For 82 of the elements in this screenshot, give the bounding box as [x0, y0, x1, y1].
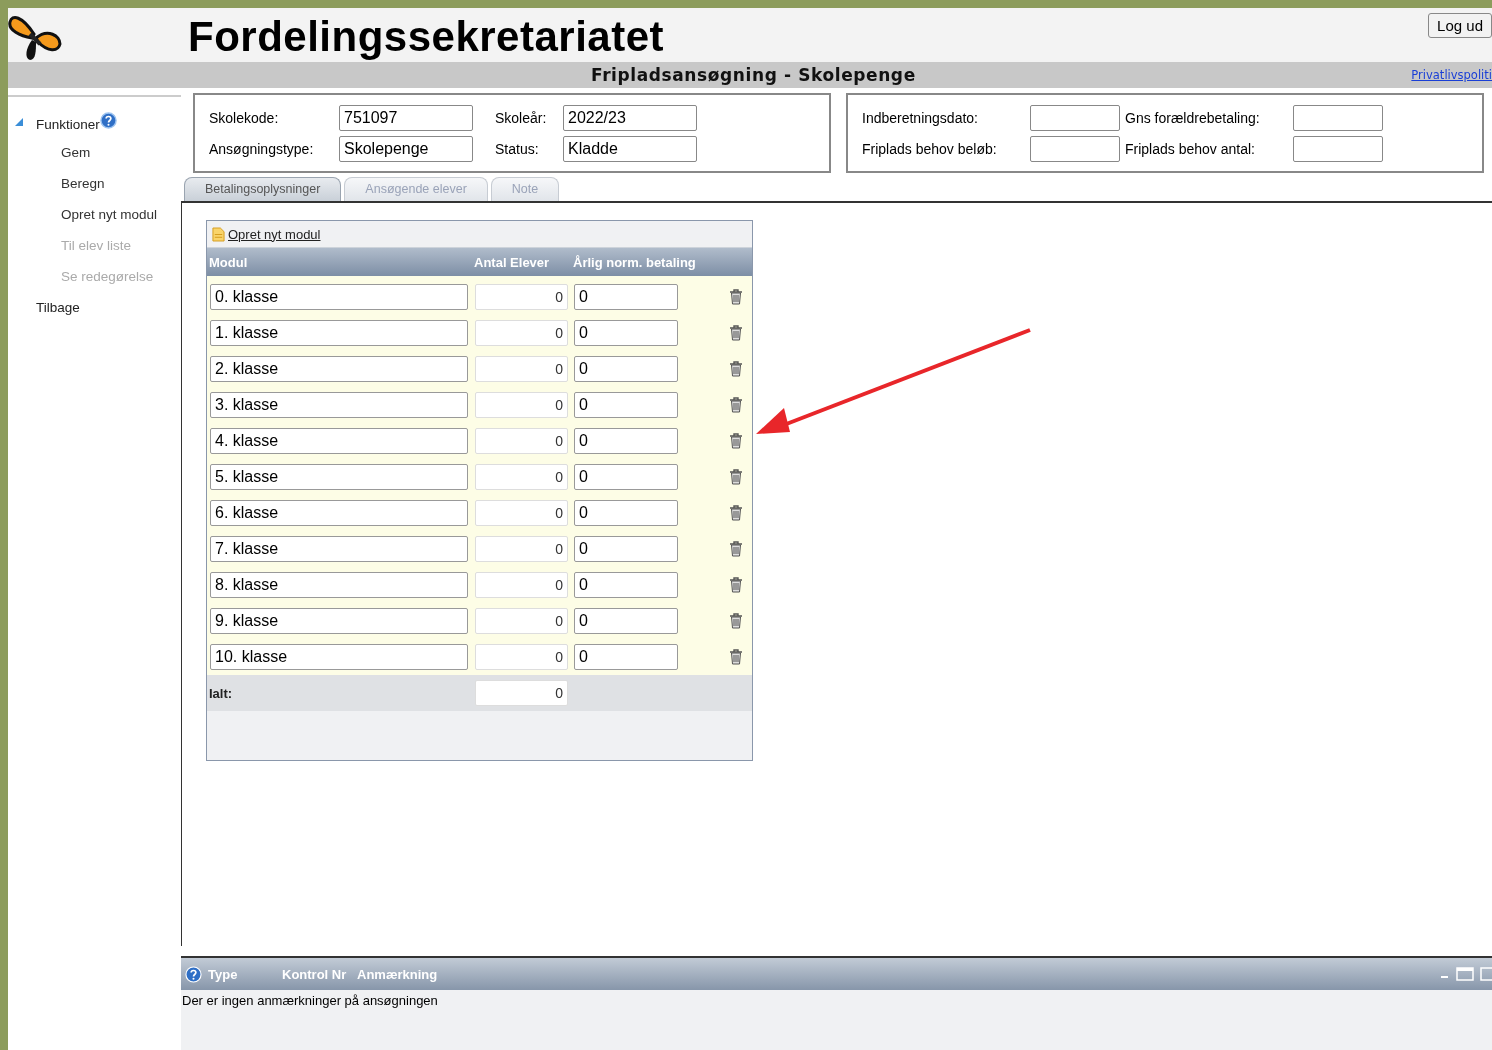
count-field[interactable]: 0 [475, 536, 568, 562]
text-field[interactable] [1293, 135, 1383, 162]
payment-field[interactable]: 0 [574, 536, 678, 562]
module-field[interactable]: 5. klasse [210, 464, 468, 490]
payment-field[interactable]: 0 [574, 428, 678, 454]
field-label: Ansøgningstype: [209, 140, 315, 157]
trash-icon[interactable] [729, 649, 743, 665]
payment-field[interactable]: 0 [574, 572, 678, 598]
menu-item[interactable]: Gem [8, 145, 181, 163]
count-field[interactable]: 0 [475, 356, 568, 382]
count-field[interactable]: 0 [475, 572, 568, 598]
logout-button[interactable]: Log ud [1428, 13, 1492, 38]
payment-field[interactable]: 0 [574, 608, 678, 634]
privacy-link[interactable]: Privatlivspoliti [1411, 68, 1492, 82]
trash-icon[interactable] [729, 433, 743, 449]
trash-icon[interactable] [729, 397, 743, 413]
count-field[interactable]: 0 [475, 608, 568, 634]
menu-item[interactable]: Beregn [8, 176, 181, 194]
module-field[interactable]: 6. klasse [210, 500, 468, 526]
count-field[interactable]: 0 [475, 392, 568, 418]
module-field[interactable]: 3. klasse [210, 392, 468, 418]
field-label: Friplads behov antal: [1125, 140, 1256, 157]
payment-field[interactable]: 0 [574, 500, 678, 526]
module-field[interactable]: 7. klasse [210, 536, 468, 562]
text-field[interactable]: Skolepenge [339, 135, 473, 162]
text-field[interactable]: Kladde [563, 135, 697, 162]
back-link[interactable]: Tilbage [8, 300, 181, 315]
module-field[interactable]: 2. klasse [210, 356, 468, 382]
column-header: Anmærkning [357, 966, 438, 982]
total-field[interactable]: 0 [475, 680, 568, 706]
payment-field[interactable]: 0 [574, 392, 678, 418]
trash-icon[interactable] [729, 613, 743, 629]
module-field[interactable]: 10. klasse [210, 644, 468, 670]
text-field[interactable]: 2022/23 [563, 104, 697, 131]
trash-icon[interactable] [729, 325, 743, 341]
text-field[interactable]: 751097 [339, 104, 473, 131]
text-field[interactable] [1030, 104, 1120, 131]
field-label: Gns forældrebetaling: [1125, 109, 1261, 126]
module-field[interactable]: 4. klasse [210, 428, 468, 454]
count-field[interactable]: 0 [475, 320, 568, 346]
column-header: Type [208, 966, 239, 982]
count-field[interactable]: 0 [475, 284, 568, 310]
app-title: Fordelingssekretariatet [188, 13, 664, 61]
text-field[interactable] [1030, 135, 1120, 162]
menu-item[interactable]: Opret nyt modul [8, 207, 181, 225]
count-field[interactable]: 0 [475, 428, 568, 454]
field-label: Skoleår: [495, 109, 548, 126]
payment-field[interactable]: 0 [574, 464, 678, 490]
text-field[interactable] [1293, 104, 1383, 131]
field-label: Friplads behov beløb: [862, 140, 998, 157]
remarks-message: Der er ingen anmærkninger på ansøgningen [181, 990, 1492, 1050]
menu-heading[interactable]: Funktioner [36, 117, 100, 132]
count-field[interactable]: 0 [475, 644, 568, 670]
field-label: Status: [495, 140, 540, 157]
payment-field[interactable]: 0 [574, 284, 678, 310]
payment-field[interactable]: 0 [574, 356, 678, 382]
total-label: Ialt: [209, 685, 234, 701]
module-field[interactable]: 0. klasse [210, 284, 468, 310]
help-icon[interactable] [99, 112, 117, 129]
create-module-link[interactable]: Opret nyt modul [228, 226, 321, 242]
expand-triangle-icon[interactable] [15, 117, 23, 126]
payment-field[interactable]: 0 [574, 320, 678, 346]
module-field[interactable]: 9. klasse [210, 608, 468, 634]
column-header: Modul [209, 254, 249, 270]
trash-icon[interactable] [729, 541, 743, 557]
payment-field[interactable]: 0 [574, 644, 678, 670]
module-field[interactable]: 1. klasse [210, 320, 468, 346]
column-header: Kontrol Nr [282, 966, 348, 982]
field-label: Indberetningsdato: [862, 109, 979, 126]
trash-icon[interactable] [729, 469, 743, 485]
tab[interactable]: Betalingsoplysninger [184, 177, 342, 201]
module-field[interactable]: 8. klasse [210, 572, 468, 598]
trash-icon[interactable] [729, 361, 743, 377]
trash-icon[interactable] [729, 289, 743, 305]
field-label: Skolekode: [209, 109, 280, 126]
trash-icon[interactable] [729, 505, 743, 521]
count-field[interactable]: 0 [475, 500, 568, 526]
column-header: Årlig norm. betaling [573, 254, 696, 270]
column-header: Antal Elever [474, 254, 551, 270]
page-subtitle: Fripladsansøgning - Skolepenge [591, 65, 916, 85]
count-field[interactable]: 0 [475, 464, 568, 490]
trash-icon[interactable] [729, 577, 743, 593]
